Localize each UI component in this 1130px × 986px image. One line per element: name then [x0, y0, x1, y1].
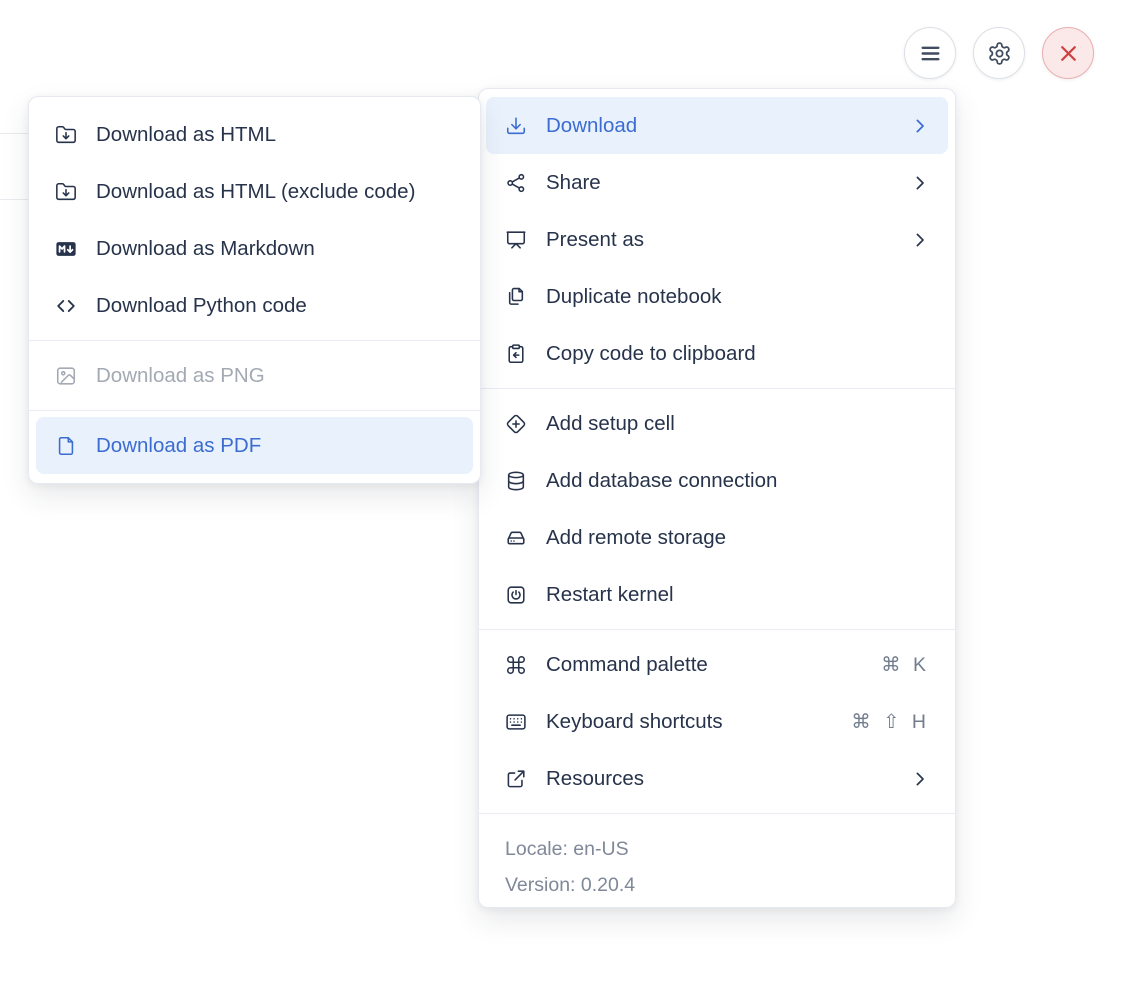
menu-item-download-as-html-exclude-code[interactable]: Download as HTML (exclude code)	[36, 163, 473, 220]
menu-item-resources[interactable]: Resources	[486, 750, 948, 807]
menu-item-download-python-code[interactable]: Download Python code	[36, 277, 473, 334]
menu-item-label: Keyboard shortcuts	[546, 709, 723, 733]
share-icon	[505, 172, 527, 194]
menu-item-label: Copy code to clipboard	[546, 341, 756, 365]
x-icon	[1056, 41, 1081, 66]
notebook-actions-button[interactable]	[904, 27, 956, 79]
footer-line: Locale: en-US	[505, 838, 629, 860]
download-submenu: Download as HTML Download as HTML (exclud…	[28, 96, 481, 484]
chevron-right-icon	[911, 231, 929, 249]
menu-separator	[479, 813, 955, 814]
menu-item-download-as-markdown[interactable]: Download as Markdown	[36, 220, 473, 277]
chevron-right-icon	[911, 770, 929, 788]
menu-item-copy-code-to-clipboard[interactable]: Copy code to clipboard	[486, 325, 948, 382]
menu-item-label: Download	[546, 113, 638, 137]
menu-item-add-remote-storage[interactable]: Add remote storage	[486, 509, 948, 566]
menu-item-command-palette[interactable]: Command palette ⌘ K	[486, 636, 948, 693]
background-content-line	[0, 199, 30, 200]
menu-separator	[479, 388, 955, 389]
menu-item-label: Download Python code	[96, 293, 307, 317]
menu-item-label: Duplicate notebook	[546, 284, 722, 308]
file-icon	[55, 435, 77, 457]
menu-item-duplicate-notebook[interactable]: Duplicate notebook	[486, 268, 948, 325]
markdown-download-icon	[55, 238, 77, 260]
menu-separator	[479, 629, 955, 630]
shortcut-hint: ⌘ K	[881, 653, 926, 676]
notebook-actions-menu: Download Share Present as Duplicate noteboo…	[478, 88, 956, 908]
toolbar	[904, 27, 1094, 79]
menu-item-download-as-pdf[interactable]: Download as PDF	[36, 417, 473, 474]
chevron-right-icon	[911, 174, 929, 192]
folder-down-icon	[55, 124, 77, 146]
background-content-line	[0, 133, 30, 134]
menu-item-keyboard-shortcuts[interactable]: Keyboard shortcuts ⌘ ⇧ H	[486, 693, 948, 750]
menu-item-label: Present as	[546, 227, 644, 251]
menu-item-add-database-connection[interactable]: Add database connection	[486, 452, 948, 509]
download-icon	[505, 115, 527, 137]
presentation-icon	[505, 229, 527, 251]
shortcut-hint: ⌘ ⇧ H	[851, 710, 926, 733]
hard-drive-icon	[505, 527, 527, 549]
image-icon	[55, 365, 77, 387]
menu-item-label: Resources	[546, 766, 644, 790]
clipboard-copy-icon	[505, 343, 527, 365]
menu-item-download-as-png: Download as PNG	[36, 347, 473, 404]
external-link-icon	[505, 768, 527, 790]
menu-item-restart-kernel[interactable]: Restart kernel	[486, 566, 948, 623]
diamond-plus-icon	[505, 413, 527, 435]
gear-icon	[987, 41, 1012, 66]
settings-button[interactable]	[973, 27, 1025, 79]
footer-line: Version: 0.20.4	[505, 874, 636, 896]
menu-separator	[29, 340, 480, 341]
menu-footer: Locale: en-US Version: 0.20.4	[479, 820, 955, 913]
hamburger-icon	[918, 41, 943, 66]
menu-item-download[interactable]: Download	[486, 97, 948, 154]
menu-item-label: Add database connection	[546, 468, 778, 492]
database-icon	[505, 470, 527, 492]
copy-icon	[505, 286, 527, 308]
menu-item-download-as-html[interactable]: Download as HTML	[36, 106, 473, 163]
menu-item-share[interactable]: Share	[486, 154, 948, 211]
menu-item-label: Download as HTML	[96, 122, 277, 146]
menu-item-label: Restart kernel	[546, 582, 674, 606]
keyboard-icon	[505, 711, 527, 733]
menu-item-label: Command palette	[546, 652, 708, 676]
menu-item-label: Download as Markdown	[96, 236, 315, 260]
menu-separator	[29, 410, 480, 411]
close-button[interactable]	[1042, 27, 1094, 79]
menu-item-label: Share	[546, 170, 601, 194]
menu-item-present-as[interactable]: Present as	[486, 211, 948, 268]
folder-down-icon	[55, 181, 77, 203]
menu-item-label: Download as HTML (exclude code)	[96, 179, 416, 203]
menu-item-label: Download as PDF	[96, 433, 262, 457]
power-square-icon	[505, 584, 527, 606]
menu-item-label: Download as PNG	[96, 363, 265, 387]
code-icon	[55, 295, 77, 317]
command-icon	[505, 654, 527, 676]
menu-item-add-setup-cell[interactable]: Add setup cell	[486, 395, 948, 452]
chevron-right-icon	[911, 117, 929, 135]
menu-item-label: Add setup cell	[546, 411, 675, 435]
menu-item-label: Add remote storage	[546, 525, 727, 549]
